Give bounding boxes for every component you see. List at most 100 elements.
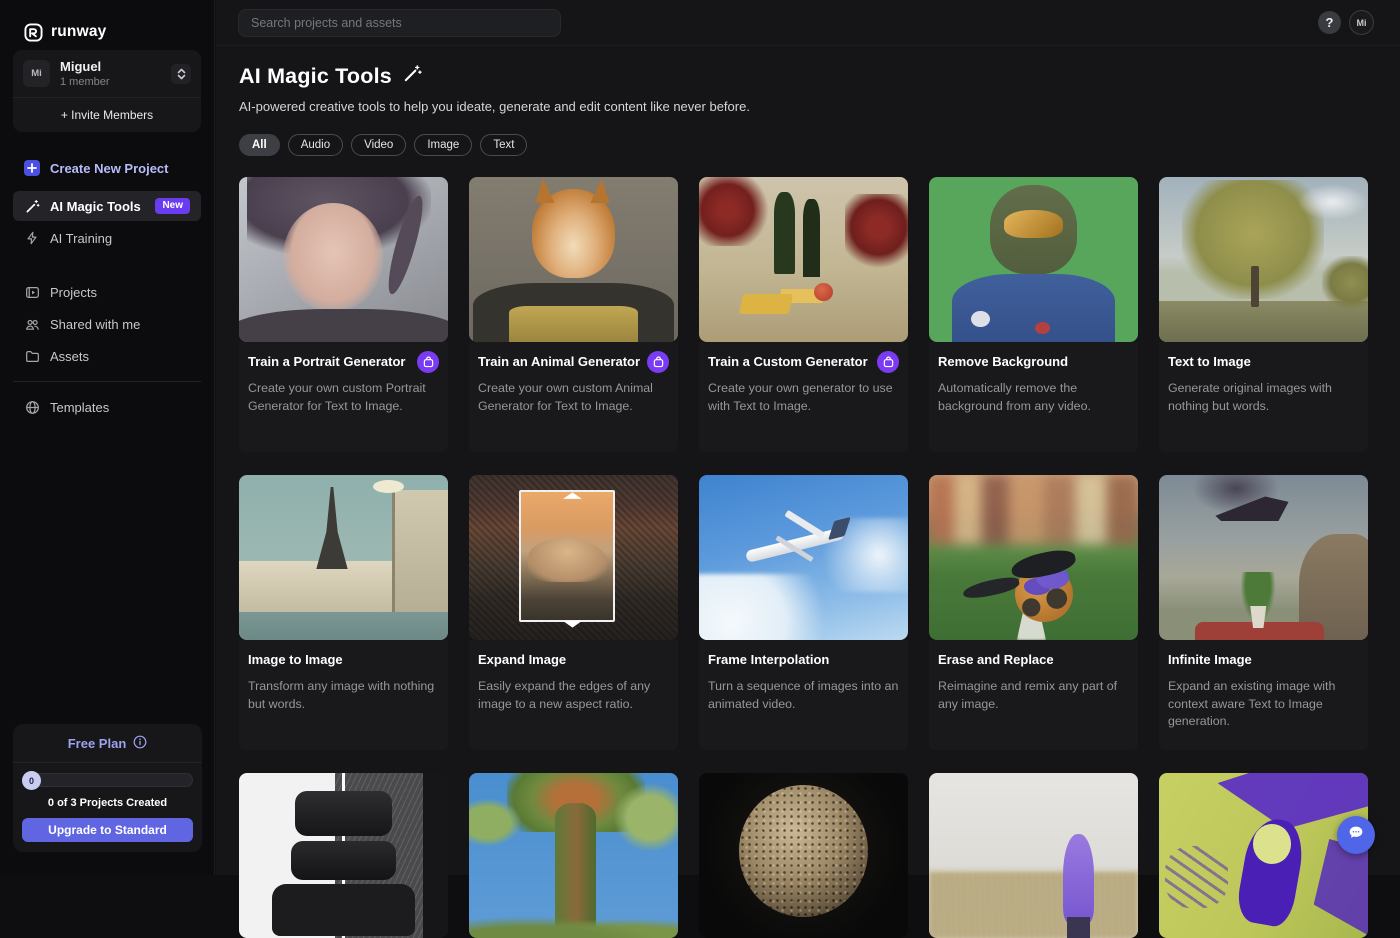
thumbnail-duotone-person	[1159, 773, 1368, 938]
card-title: Text to Image	[1168, 354, 1251, 369]
tools-grid: Train a Portrait Generator Create your o…	[239, 177, 1377, 938]
new-badge: New	[155, 198, 190, 215]
card-image-to-image[interactable]: Image to Image Transform any image with …	[239, 475, 448, 750]
card-description: Automatically remove the background from…	[938, 381, 1091, 413]
upgrade-button[interactable]: Upgrade to Standard	[22, 818, 193, 842]
thumbnail-chair	[239, 773, 448, 938]
brand-name: runway	[51, 23, 107, 40]
thumbnail-surreal-collage	[1159, 475, 1368, 640]
filter-chips: All Audio Video Image Text	[239, 134, 1377, 156]
help-button[interactable]: ?	[1318, 11, 1341, 34]
search-input[interactable]	[238, 9, 561, 37]
card-description: Easily expand the edges of any image to …	[478, 679, 651, 711]
plan-card: Free Plan 0 0 of 3 Projects Created Upgr…	[13, 724, 202, 852]
chat-button[interactable]	[1337, 816, 1375, 854]
workspace-member-count: 1 member	[60, 76, 110, 89]
card-description: Expand an existing image with context aw…	[1168, 679, 1336, 729]
card-title: Train a Portrait Generator	[248, 354, 406, 369]
info-icon[interactable]	[133, 735, 147, 752]
card-partial-1[interactable]	[239, 773, 448, 938]
card-erase-and-replace[interactable]: Erase and Replace Reimagine and remix an…	[929, 475, 1138, 750]
thumbnail-expand-crop	[469, 475, 678, 640]
card-remove-background[interactable]: Remove Background Automatically remove t…	[929, 177, 1138, 452]
lightning-icon	[24, 230, 40, 246]
card-text-to-image[interactable]: Text to Image Generate original images w…	[1159, 177, 1368, 452]
runway-logo-icon	[24, 22, 43, 42]
sidebar-item-ai-training[interactable]: AI Training	[13, 223, 201, 253]
card-expand-image[interactable]: Expand Image Easily expand the edges of …	[469, 475, 678, 750]
thumbnail-tree	[1159, 177, 1368, 342]
sidebar-divider	[13, 381, 201, 383]
filter-text[interactable]: Text	[480, 134, 528, 156]
sidebar-item-shared-with-me[interactable]: Shared with me	[13, 309, 201, 339]
magic-wand-title-icon	[403, 64, 422, 89]
thumbnail-textured-sphere	[699, 773, 908, 938]
thumbnail-animal	[469, 177, 678, 342]
sidebar-nav: AI Magic Tools New AI Training Projects …	[0, 191, 214, 422]
plan-usage-text: 0 of 3 Projects Created	[47, 797, 168, 809]
plus-icon	[24, 160, 40, 177]
card-description: Reimagine and remix any part of any imag…	[938, 679, 1118, 711]
card-partial-5[interactable]	[1159, 773, 1368, 938]
create-new-project-label: Create New Project	[50, 160, 169, 176]
runway-logo[interactable]: runway	[0, 0, 214, 50]
thumbnail-portrait	[239, 177, 448, 342]
card-infinite-image[interactable]: Infinite Image Expand an existing image …	[1159, 475, 1368, 750]
card-title: Expand Image	[478, 652, 567, 667]
card-description: Generate original images with nothing bu…	[1168, 381, 1332, 413]
sidebar-item-label: Shared with me	[50, 316, 141, 332]
workspace-switcher[interactable]: Mi Miguel 1 member	[13, 50, 201, 97]
sidebar-item-assets[interactable]: Assets	[13, 341, 201, 371]
premium-bag-icon	[647, 351, 669, 373]
card-description: Create your own custom Animal Generator …	[478, 381, 653, 413]
card-title: Remove Background	[938, 354, 1069, 369]
invite-members-button[interactable]: + Invite Members	[13, 97, 201, 132]
card-title: Frame Interpolation	[708, 652, 830, 667]
page-subtitle: AI-powered creative tools to help you id…	[239, 99, 750, 114]
thumbnail-soccer	[929, 475, 1138, 640]
card-title: Infinite Image	[1168, 652, 1252, 667]
card-description: Create your own generator to use with Te…	[708, 381, 893, 413]
card-train-animal-generator[interactable]: Train an Animal Generator Create your ow…	[469, 177, 678, 452]
card-description: Turn a sequence of images into an animat…	[708, 679, 899, 711]
user-avatar[interactable]: Mi	[1349, 10, 1374, 35]
card-partial-3[interactable]	[699, 773, 908, 938]
plan-divider	[13, 762, 202, 763]
workspace-name: Miguel	[60, 59, 102, 74]
thumbnail-airplane	[699, 475, 908, 640]
filter-audio[interactable]: Audio	[287, 134, 344, 156]
card-title: Erase and Replace	[938, 652, 1054, 667]
thumbnail-fantasy-tree	[469, 773, 678, 938]
card-title: Train a Custom Generator	[708, 354, 868, 369]
thumbnail-beach-figure	[929, 773, 1138, 938]
card-frame-interpolation[interactable]: Frame Interpolation Turn a sequence of i…	[699, 475, 908, 750]
card-train-portrait-generator[interactable]: Train a Portrait Generator Create your o…	[239, 177, 448, 452]
sidebar-item-label: AI Training	[50, 230, 113, 246]
sidebar-item-ai-magic-tools[interactable]: AI Magic Tools New	[13, 191, 201, 222]
card-title: Train an Animal Generator	[478, 354, 641, 369]
sidebar: runway Mi Miguel 1 member + Invite Membe…	[0, 0, 215, 875]
create-new-project-button[interactable]: Create New Project	[13, 153, 201, 183]
thumbnail-still-life	[699, 177, 908, 342]
card-train-custom-generator[interactable]: Train a Custom Generator Create your own…	[699, 177, 908, 452]
sidebar-item-projects[interactable]: Projects	[13, 277, 201, 307]
folder-icon	[24, 348, 40, 364]
sidebar-item-label: Assets	[50, 348, 90, 364]
workspace-avatar: Mi	[23, 60, 50, 88]
projects-icon	[24, 284, 40, 300]
premium-bag-icon	[417, 351, 439, 373]
card-partial-2[interactable]	[469, 773, 678, 938]
filter-all[interactable]: All	[239, 134, 280, 156]
premium-bag-icon	[877, 351, 899, 373]
sidebar-item-templates[interactable]: Templates	[13, 392, 201, 422]
card-description: Create your own custom Portrait Generato…	[248, 381, 426, 413]
filter-image[interactable]: Image	[414, 134, 473, 156]
globe-icon	[24, 399, 40, 415]
filter-video[interactable]: Video	[351, 134, 407, 156]
content: AI Magic Tools AI-powered creative tools…	[216, 46, 1400, 938]
topbar: ? Mi	[216, 0, 1400, 46]
plan-name: Free Plan	[67, 736, 127, 751]
card-partial-4[interactable]	[929, 773, 1138, 938]
page-title: AI Magic Tools	[239, 64, 392, 88]
workspace-card: Mi Miguel 1 member + Invite Members	[13, 50, 201, 133]
